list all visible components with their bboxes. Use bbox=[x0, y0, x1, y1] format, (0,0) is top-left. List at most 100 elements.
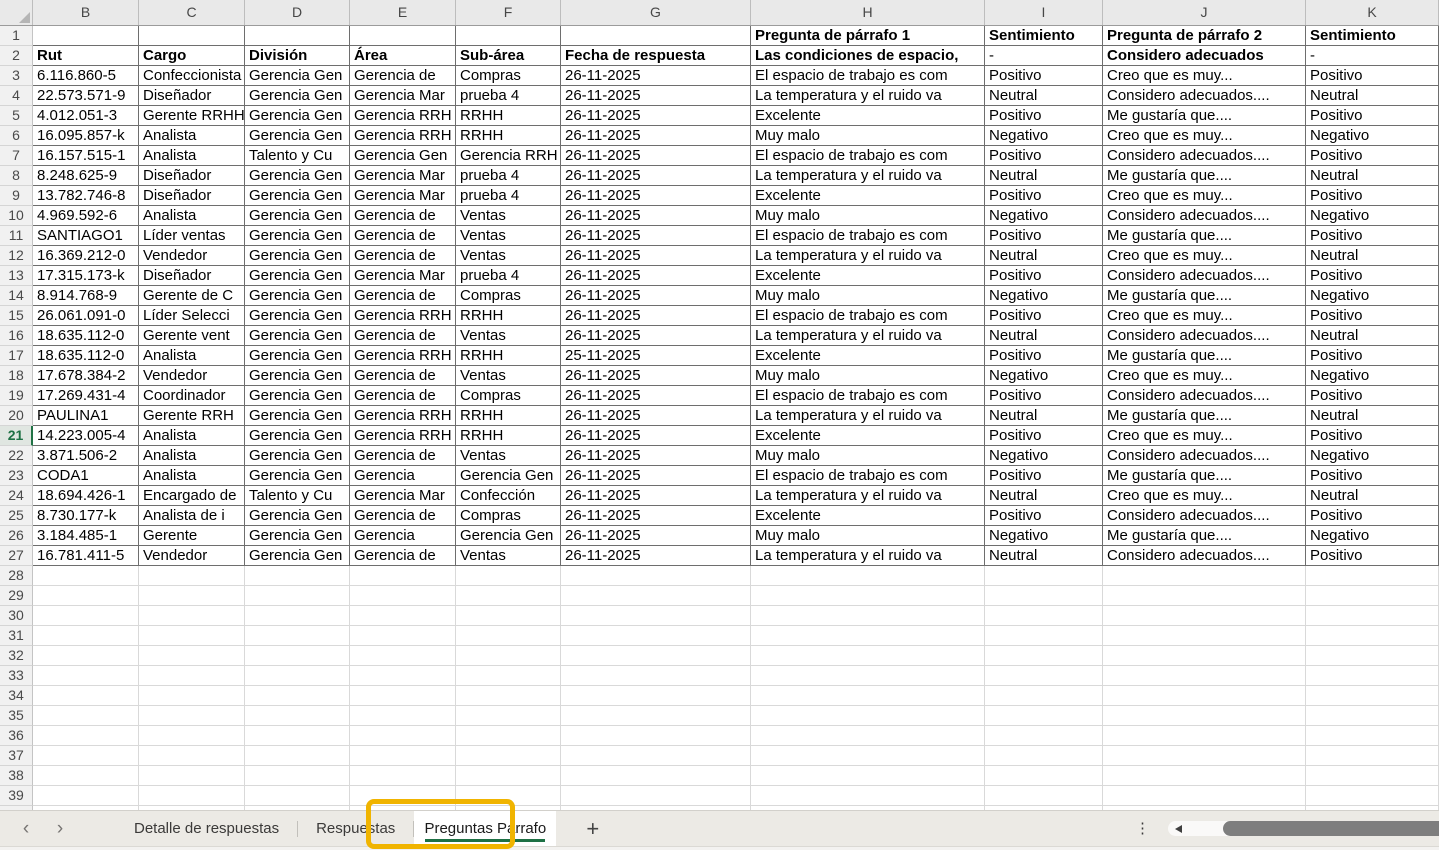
cell-I23[interactable]: Positivo bbox=[985, 466, 1103, 486]
cell-J5[interactable]: Me gustaría que.... bbox=[1103, 106, 1306, 126]
cell-H20[interactable]: La temperatura y el ruido va bbox=[751, 406, 985, 426]
cell-C39[interactable] bbox=[139, 786, 245, 806]
cell-D20[interactable]: Gerencia Gen bbox=[245, 406, 350, 426]
cell-K21[interactable]: Positivo bbox=[1306, 426, 1439, 446]
cell-D11[interactable]: Gerencia Gen bbox=[245, 226, 350, 246]
cell-E10[interactable]: Gerencia de bbox=[350, 206, 456, 226]
cell-F30[interactable] bbox=[456, 606, 561, 626]
cell-F5[interactable]: RRHH bbox=[456, 106, 561, 126]
cell-B5[interactable]: 4.012.051-3 bbox=[33, 106, 139, 126]
cell-I22[interactable]: Negativo bbox=[985, 446, 1103, 466]
col-header-J[interactable]: J bbox=[1103, 0, 1306, 25]
cell-B39[interactable] bbox=[33, 786, 139, 806]
cell-H36[interactable] bbox=[751, 726, 985, 746]
cell-I3[interactable]: Positivo bbox=[985, 66, 1103, 86]
cell-G34[interactable] bbox=[561, 686, 751, 706]
row-header-37[interactable]: 37 bbox=[0, 746, 33, 766]
row-header-26[interactable]: 26 bbox=[0, 526, 33, 546]
cell-E20[interactable]: Gerencia RRH bbox=[350, 406, 456, 426]
cell-F26[interactable]: Gerencia Gen bbox=[456, 526, 561, 546]
cell-I19[interactable]: Positivo bbox=[985, 386, 1103, 406]
cell-E21[interactable]: Gerencia RRH bbox=[350, 426, 456, 446]
cell-D26[interactable]: Gerencia Gen bbox=[245, 526, 350, 546]
cell-H21[interactable]: Excelente bbox=[751, 426, 985, 446]
cell-I15[interactable]: Positivo bbox=[985, 306, 1103, 326]
cell-K19[interactable]: Positivo bbox=[1306, 386, 1439, 406]
cell-I29[interactable] bbox=[985, 586, 1103, 606]
cell-B25[interactable]: 8.730.177-k bbox=[33, 506, 139, 526]
cell-E16[interactable]: Gerencia de bbox=[350, 326, 456, 346]
cell-H39[interactable] bbox=[751, 786, 985, 806]
cell-K18[interactable]: Negativo bbox=[1306, 366, 1439, 386]
cell-G18[interactable]: 26-11-2025 bbox=[561, 366, 751, 386]
cell-H15[interactable]: El espacio de trabajo es com bbox=[751, 306, 985, 326]
row-header-15[interactable]: 15 bbox=[0, 306, 33, 326]
cell-H17[interactable]: Excelente bbox=[751, 346, 985, 366]
cell-C35[interactable] bbox=[139, 706, 245, 726]
row-header-19[interactable]: 19 bbox=[0, 386, 33, 406]
cell-K37[interactable] bbox=[1306, 746, 1439, 766]
cell-E24[interactable]: Gerencia Mar bbox=[350, 486, 456, 506]
col-header-F[interactable]: F bbox=[456, 0, 561, 25]
cell-G24[interactable]: 26-11-2025 bbox=[561, 486, 751, 506]
cell-K31[interactable] bbox=[1306, 626, 1439, 646]
cell-B9[interactable]: 13.782.746-8 bbox=[33, 186, 139, 206]
cell-C19[interactable]: Coordinador bbox=[139, 386, 245, 406]
cell-B22[interactable]: 3.871.506-2 bbox=[33, 446, 139, 466]
cell-G9[interactable]: 26-11-2025 bbox=[561, 186, 751, 206]
cell-J22[interactable]: Considero adecuados.... bbox=[1103, 446, 1306, 466]
cell-D25[interactable]: Gerencia Gen bbox=[245, 506, 350, 526]
cell-G21[interactable]: 26-11-2025 bbox=[561, 426, 751, 446]
cell-G3[interactable]: 26-11-2025 bbox=[561, 66, 751, 86]
cell-J26[interactable]: Me gustaría que.... bbox=[1103, 526, 1306, 546]
cell-K11[interactable]: Positivo bbox=[1306, 226, 1439, 246]
cell-D39[interactable] bbox=[245, 786, 350, 806]
cell-C23[interactable]: Analista bbox=[139, 466, 245, 486]
cell-I35[interactable] bbox=[985, 706, 1103, 726]
cell-I8[interactable]: Neutral bbox=[985, 166, 1103, 186]
row-header-36[interactable]: 36 bbox=[0, 726, 33, 746]
cell-K28[interactable] bbox=[1306, 566, 1439, 586]
col-header-D[interactable]: D bbox=[245, 0, 350, 25]
cell-F23[interactable]: Gerencia Gen bbox=[456, 466, 561, 486]
cell-B34[interactable] bbox=[33, 686, 139, 706]
cell-I11[interactable]: Positivo bbox=[985, 226, 1103, 246]
tab-detalle-de-respuestas[interactable]: Detalle de respuestas bbox=[116, 811, 297, 847]
cell-J18[interactable]: Creo que es muy... bbox=[1103, 366, 1306, 386]
cell-G7[interactable]: 26-11-2025 bbox=[561, 146, 751, 166]
cell-I17[interactable]: Positivo bbox=[985, 346, 1103, 366]
cell-D10[interactable]: Gerencia Gen bbox=[245, 206, 350, 226]
cell-D9[interactable]: Gerencia Gen bbox=[245, 186, 350, 206]
cell-G17[interactable]: 25-11-2025 bbox=[561, 346, 751, 366]
cell-J36[interactable] bbox=[1103, 726, 1306, 746]
cell-F18[interactable]: Ventas bbox=[456, 366, 561, 386]
cell-E11[interactable]: Gerencia de bbox=[350, 226, 456, 246]
cell-B26[interactable]: 3.184.485-1 bbox=[33, 526, 139, 546]
cell-K29[interactable] bbox=[1306, 586, 1439, 606]
row-header-28[interactable]: 28 bbox=[0, 566, 33, 586]
cell-H24[interactable]: La temperatura y el ruido va bbox=[751, 486, 985, 506]
cell-I28[interactable] bbox=[985, 566, 1103, 586]
cell-I26[interactable]: Negativo bbox=[985, 526, 1103, 546]
cell-J38[interactable] bbox=[1103, 766, 1306, 786]
cell-H26[interactable]: Muy malo bbox=[751, 526, 985, 546]
cell-B29[interactable] bbox=[33, 586, 139, 606]
row-header-32[interactable]: 32 bbox=[0, 646, 33, 666]
cell-B18[interactable]: 17.678.384-2 bbox=[33, 366, 139, 386]
cell-C32[interactable] bbox=[139, 646, 245, 666]
cell-K8[interactable]: Neutral bbox=[1306, 166, 1439, 186]
cell-H11[interactable]: El espacio de trabajo es com bbox=[751, 226, 985, 246]
row-header-7[interactable]: 7 bbox=[0, 146, 33, 166]
cell-C12[interactable]: Vendedor bbox=[139, 246, 245, 266]
cell-G4[interactable]: 26-11-2025 bbox=[561, 86, 751, 106]
cell-E35[interactable] bbox=[350, 706, 456, 726]
cell-D17[interactable]: Gerencia Gen bbox=[245, 346, 350, 366]
cell-D4[interactable]: Gerencia Gen bbox=[245, 86, 350, 106]
cell-K15[interactable]: Positivo bbox=[1306, 306, 1439, 326]
cell-F14[interactable]: Compras bbox=[456, 286, 561, 306]
cell-K2[interactable]: - bbox=[1306, 46, 1439, 66]
cell-C20[interactable]: Gerente RRH bbox=[139, 406, 245, 426]
cell-H14[interactable]: Muy malo bbox=[751, 286, 985, 306]
cell-K16[interactable]: Neutral bbox=[1306, 326, 1439, 346]
cell-B2[interactable]: Rut bbox=[33, 46, 139, 66]
